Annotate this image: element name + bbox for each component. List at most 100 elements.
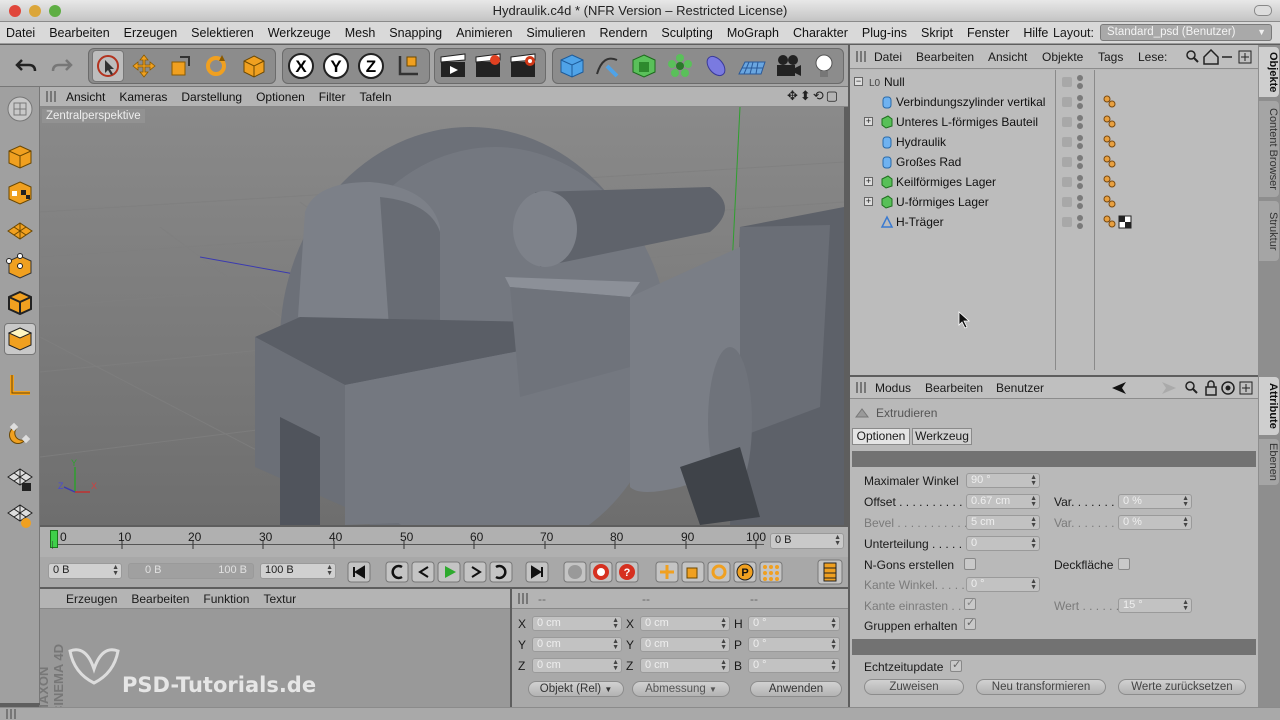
coord-mode-select[interactable]: Objekt (Rel) ▼ [528,681,624,697]
material-menu-textur[interactable]: Textur [263,592,296,606]
menu-rendern[interactable]: Rendern [599,26,647,40]
object-row[interactable]: Hydraulik [850,132,1258,152]
object-name[interactable]: Keilförmiges Lager [896,175,996,189]
edges-mode-button[interactable] [4,287,36,319]
timeline-ruler[interactable]: 0 10 20 30 40 50 60 70 80 90 100 0 B ▲ ▼ [40,527,848,557]
current-frame-field[interactable]: 0 B ▲ ▼ [770,533,844,549]
side-tab-struktur[interactable]: Struktur [1259,201,1279,261]
side-tab-attribute[interactable]: Attribute [1259,377,1279,435]
visibility-dots-icon[interactable] [1076,114,1084,130]
side-tab-content-browser[interactable]: Content Browser [1259,101,1279,197]
menu-simulieren[interactable]: Simulieren [526,26,585,40]
menu-mesh[interactable]: Mesh [345,26,376,40]
attribute-menu-benutzer[interactable]: Benutzer [996,381,1044,395]
coord-pos-x-field[interactable]: 0 cm ▲ ▼ [532,616,622,631]
spline-pen-button[interactable] [591,50,623,82]
offset-field[interactable]: 0.67 cm ▲ ▼ [966,494,1040,509]
menu-selektieren[interactable]: Selektieren [191,26,254,40]
menu-fenster[interactable]: Fenster [967,26,1009,40]
snapping-button[interactable] [4,417,36,449]
coordinate-system-button[interactable] [392,50,424,82]
render-view-button[interactable] [437,50,469,82]
ngons-checkbox[interactable] [964,558,976,570]
layer-box-icon[interactable] [1062,117,1072,127]
reset-values-button[interactable]: Werte zurücksetzen [1118,679,1246,695]
keep-groups-checkbox[interactable]: ✓ [964,617,976,630]
material-tag-icon[interactable] [1102,175,1142,189]
camera-button[interactable] [772,50,804,82]
z-axis-lock-button[interactable]: Z [355,50,387,82]
object-row[interactable]: + Keilförmiges Lager [850,172,1258,192]
expand-icon[interactable]: + [864,197,873,206]
move-tool-button[interactable] [128,50,160,82]
menu-animieren[interactable]: Animieren [456,26,512,40]
max-angle-field[interactable]: 90 ° ▲ ▼ [966,473,1040,488]
viewport-menu-tafeln[interactable]: Tafeln [359,90,391,104]
viewport-menu-filter[interactable]: Filter [319,90,346,104]
object-name[interactable]: Verbindungszylinder vertikal [896,95,1045,109]
menu-snapping[interactable]: Snapping [389,26,442,40]
visibility-dots-icon[interactable] [1076,154,1084,170]
coord-size-y-field[interactable]: 0 cm ▲ ▼ [640,637,730,652]
expand-icon[interactable]: + [864,117,873,126]
coord-pos-z-field[interactable]: 0 cm ▲ ▼ [532,658,622,673]
model-mode-button[interactable] [4,141,36,173]
visibility-dots-icon[interactable] [1076,214,1084,230]
subdivision-field[interactable]: 0 ▲ ▼ [966,536,1040,551]
apply-button[interactable]: Anwenden [750,681,842,697]
side-tab-ebenen[interactable]: Ebenen [1259,439,1279,485]
menu-erzeugen[interactable]: Erzeugen [124,26,178,40]
edge-snap-checkbox[interactable]: ✓ [964,597,976,610]
layer-box-icon[interactable] [1062,157,1072,167]
object-name[interactable]: Großes Rad [896,155,961,169]
object-row[interactable]: H-Träger [850,212,1258,232]
coord-size-z-field[interactable]: 0 cm ▲ ▼ [640,658,730,673]
recent-tool-button[interactable] [238,50,270,82]
collapse-icon[interactable]: − [854,77,863,86]
coord-rot-h-field[interactable]: 0 ° ▲ ▼ [748,616,840,631]
menu-charakter[interactable]: Charakter [793,26,848,40]
material-tag-icon[interactable] [1102,95,1142,109]
attribute-menu-modus[interactable]: Modus [875,381,911,395]
object-menu-ansicht[interactable]: Ansicht [988,50,1027,64]
layer-box-icon[interactable] [1062,217,1072,227]
material-menu-bearbeiten[interactable]: Bearbeiten [131,592,189,606]
layout-select[interactable]: Standard_psd (Benutzer) ▼ [1100,24,1272,41]
material-tag-icon[interactable] [1102,155,1142,169]
visibility-dots-icon[interactable] [1076,74,1084,90]
object-row[interactable]: + U-förmiges Lager [850,192,1258,212]
layer-box-icon[interactable] [1062,77,1072,87]
visibility-dots-icon[interactable] [1076,194,1084,210]
cube-object-button[interactable] [556,50,588,82]
menu-hilfe[interactable]: Hilfe [1023,26,1048,40]
coord-rot-p-field[interactable]: 0 ° ▲ ▼ [748,637,840,652]
end-frame-field[interactable]: 100 B ▲ ▼ [260,563,336,579]
polygons-mode-button[interactable] [4,323,36,355]
new-transform-button[interactable]: Neu transformieren [976,679,1106,695]
menu-sculpting[interactable]: Sculpting [661,26,712,40]
bevel-field[interactable]: 5 cm ▲ ▼ [966,515,1040,530]
workplane-lock-button[interactable] [4,463,36,495]
coord-pos-y-field[interactable]: 0 cm ▲ ▼ [532,637,622,652]
subdivision-surface-button[interactable] [628,50,660,82]
attribute-menu-bearbeiten[interactable]: Bearbeiten [925,381,983,395]
range-slider[interactable]: 0 B 100 B [128,563,254,579]
object-name[interactable]: Unteres L-förmiges Bauteil [896,115,1038,129]
tab-werkzeug[interactable]: Werkzeug [912,428,972,445]
var2-field[interactable]: 0 % ▲ ▼ [1118,515,1192,530]
scale-tool-button[interactable] [164,50,196,82]
object-name[interactable]: Null [884,75,905,89]
render-picture-viewer-button[interactable] [472,50,504,82]
expand-icon[interactable]: + [864,177,873,186]
zoom-window-button[interactable] [49,5,61,17]
rotate-tool-button[interactable] [200,50,232,82]
object-menu-datei[interactable]: Datei [874,50,902,64]
value-field[interactable]: 15 ° ▲ ▼ [1118,598,1192,613]
object-row[interactable]: Verbindungszylinder vertikal [850,92,1258,112]
redo-button[interactable] [46,50,78,82]
viewport-menu-optionen[interactable]: Optionen [256,90,305,104]
render-settings-button[interactable] [507,50,539,82]
close-window-button[interactable] [9,5,21,17]
coord-size-select[interactable]: Abmessung ▼ [632,681,730,697]
viewport-menu-kameras[interactable]: Kameras [119,90,167,104]
